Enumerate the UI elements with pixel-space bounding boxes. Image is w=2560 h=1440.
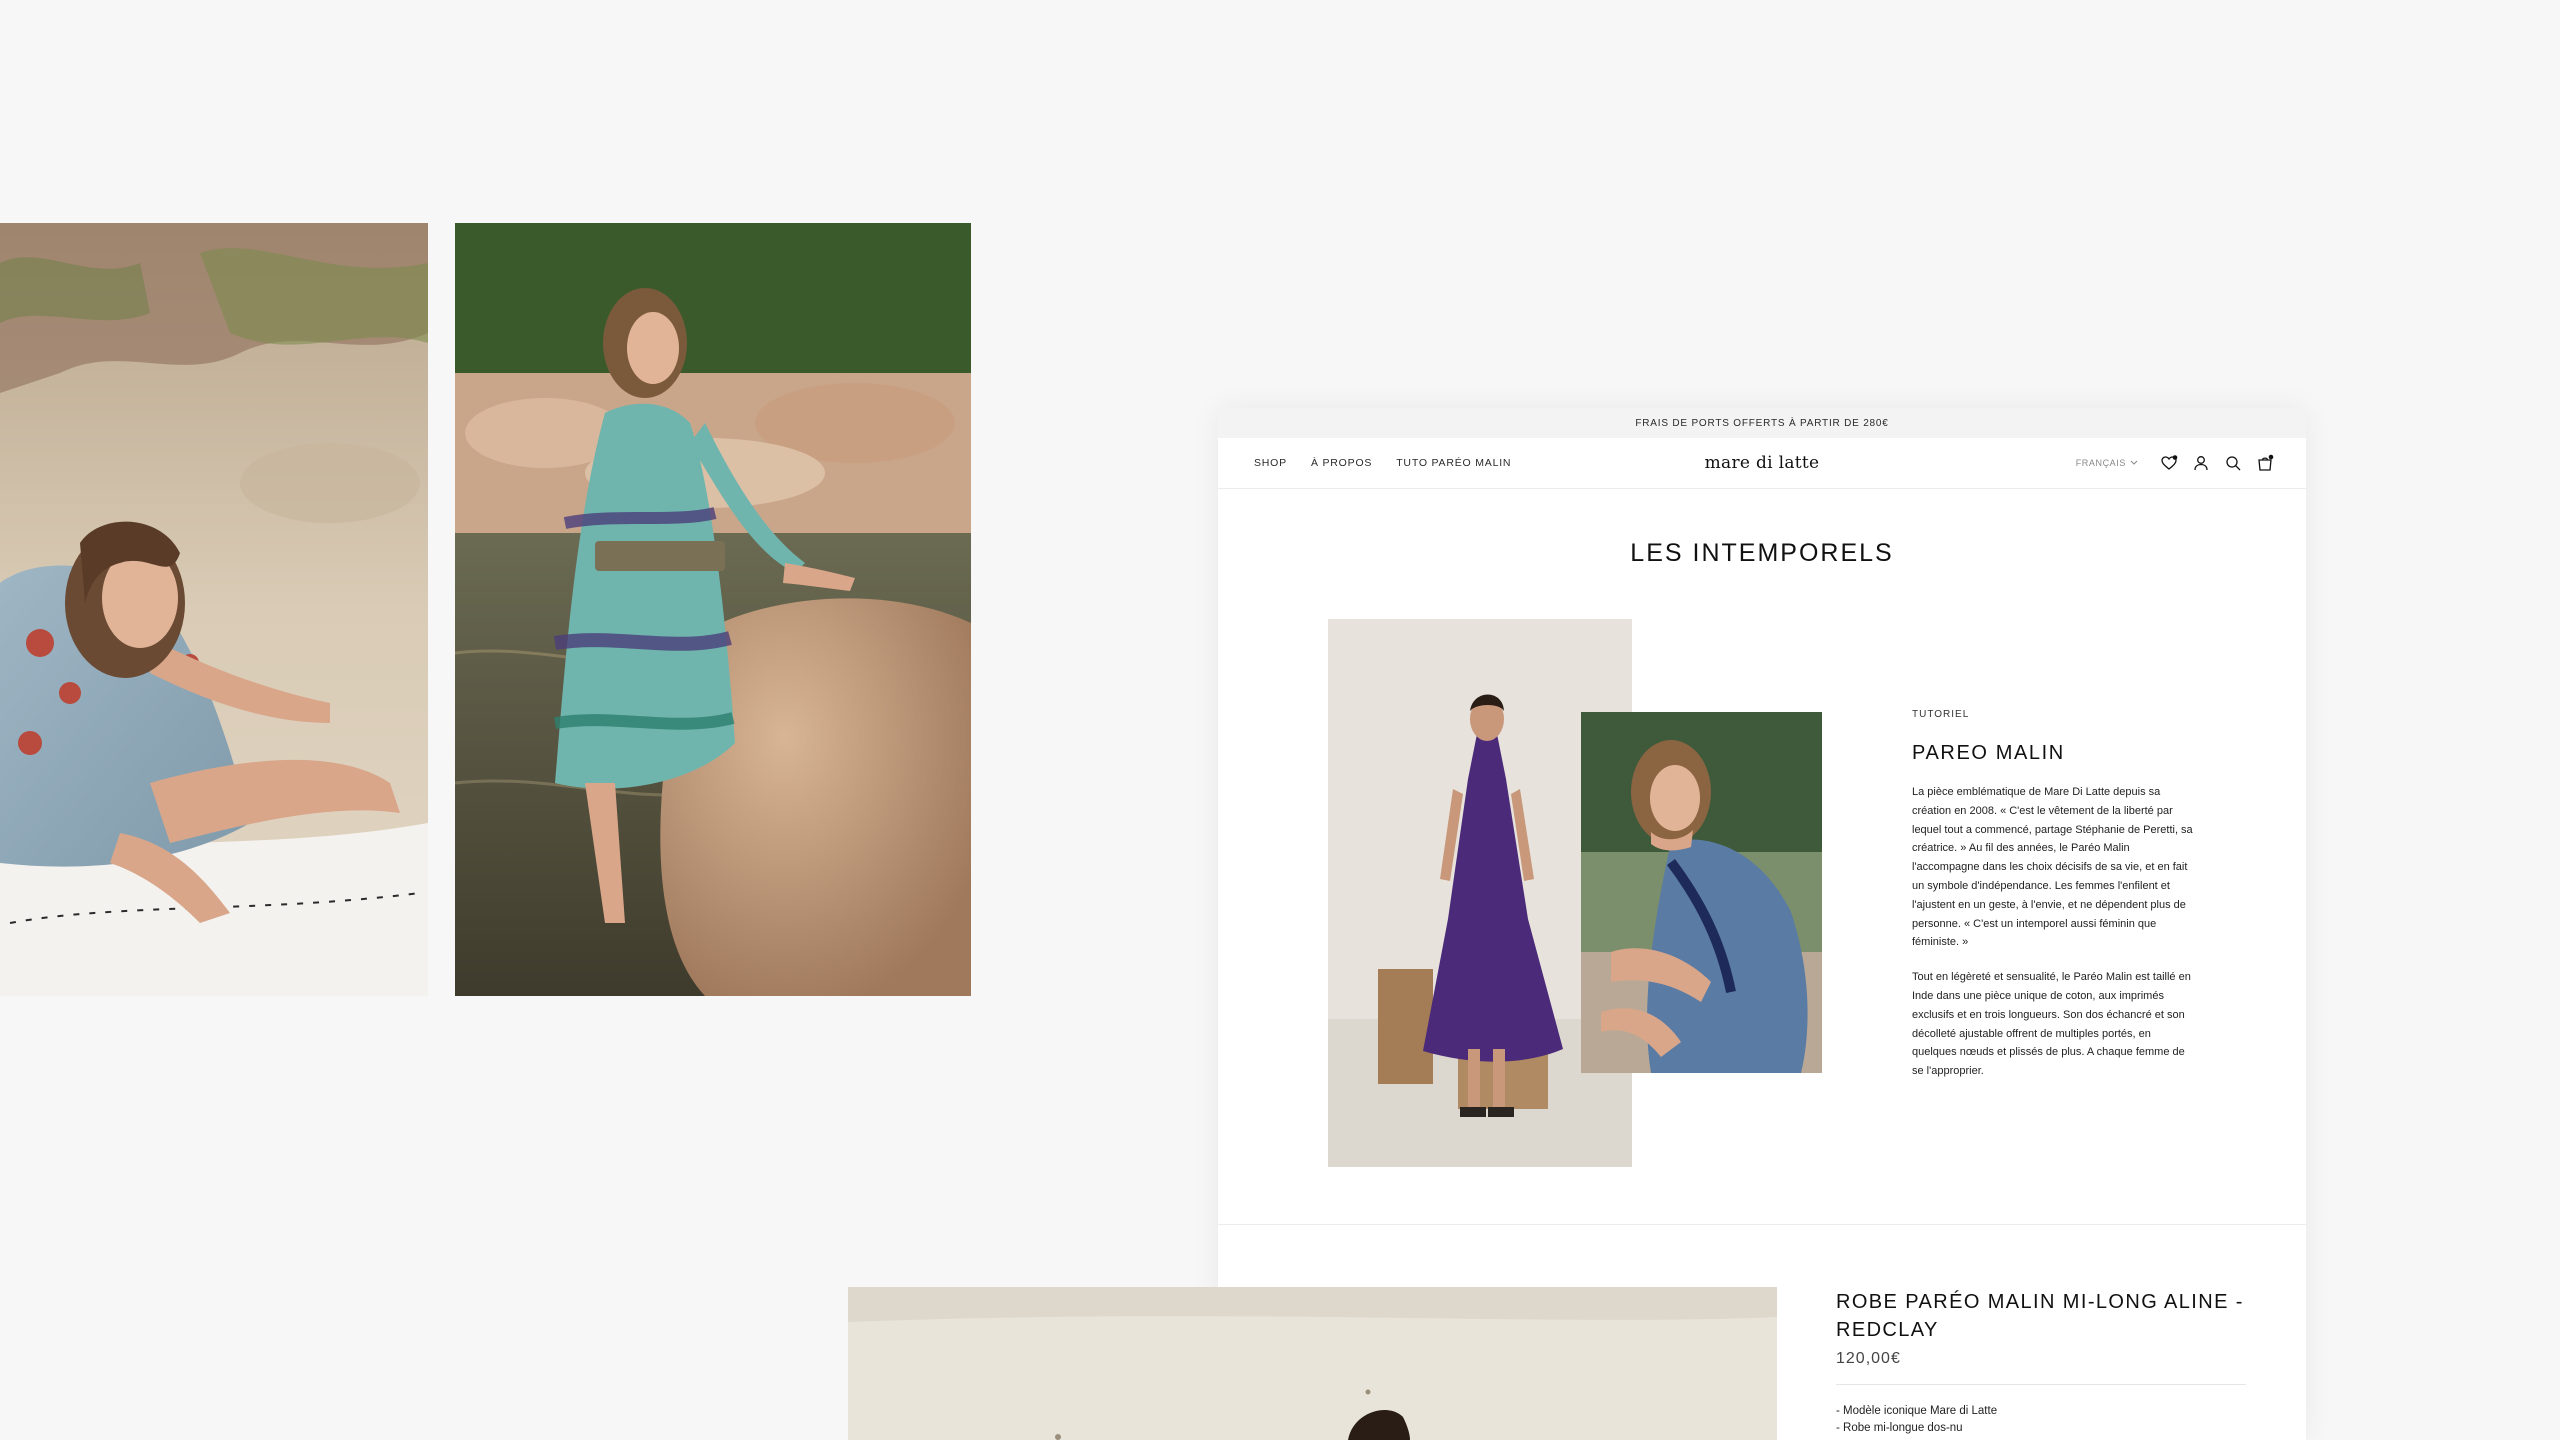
section-title: LES INTEMPORELS bbox=[1630, 539, 1894, 567]
account-icon[interactable] bbox=[2192, 454, 2210, 472]
brand-logo[interactable]: mare di latte bbox=[1705, 453, 1820, 473]
river-photo-illustration bbox=[455, 223, 971, 996]
search-icon[interactable] bbox=[2224, 454, 2242, 472]
cart-icon[interactable] bbox=[2256, 454, 2274, 472]
lifestyle-photo-river bbox=[455, 223, 971, 996]
product-photo bbox=[848, 1287, 1777, 1440]
denim-dress-illustration bbox=[1581, 712, 1822, 1073]
article-paragraph: La pièce emblématique de Mare Di Latte d… bbox=[1912, 786, 2193, 949]
product-divider bbox=[1836, 1384, 2246, 1385]
beach-photo-illustration bbox=[0, 223, 428, 996]
announcement-text: FRAIS DE PORTS OFFERTS À PARTIR DE 280€ bbox=[1635, 417, 1889, 429]
language-label: FRANÇAIS bbox=[2075, 458, 2126, 468]
lifestyle-photo-beach bbox=[0, 223, 428, 996]
announcement-bar: FRAIS DE PORTS OFFERTS À PARTIR DE 280€ bbox=[1218, 408, 2306, 438]
main-navigation: SHOP À PROPOS TUTO PARÉO MALIN mare di l… bbox=[1218, 438, 2306, 489]
nav-links: SHOP À PROPOS TUTO PARÉO MALIN bbox=[1254, 438, 1511, 488]
website-preview: FRAIS DE PORTS OFFERTS À PARTIR DE 280€ … bbox=[1218, 408, 2306, 1440]
editorial-photo-denim-dress bbox=[1581, 712, 1822, 1073]
product-detail: - Robe mi-longue dos-nu bbox=[1836, 1422, 1963, 1434]
nav-link-a-propos[interactable]: À PROPOS bbox=[1311, 457, 1372, 469]
nav-link-shop[interactable]: SHOP bbox=[1254, 457, 1287, 469]
chevron-down-icon bbox=[2130, 460, 2138, 465]
nav-tools: FRANÇAIS bbox=[2076, 438, 2274, 488]
product-price: 120,00€ bbox=[1836, 1350, 1901, 1367]
language-selector[interactable]: FRANÇAIS bbox=[2076, 458, 2138, 468]
section-divider bbox=[1218, 1224, 2306, 1225]
wishlist-icon[interactable] bbox=[2160, 454, 2178, 472]
product-name: ROBE PARÉO MALIN MI-LONG ALINE - REDCLAY bbox=[1836, 1291, 2244, 1341]
product-detail: - Modèle iconique Mare di Latte bbox=[1836, 1405, 1998, 1417]
nav-link-tuto-pareo-malin[interactable]: TUTO PARÉO MALIN bbox=[1396, 457, 1511, 469]
article-block: TUTORIEL PAREO MALIN La pièce emblématiq… bbox=[1912, 709, 2196, 1092]
product-photo-illustration bbox=[848, 1287, 1777, 1440]
article-paragraph: Tout en légèreté et sensualité, le Paréo… bbox=[1912, 971, 2191, 1078]
article-title: PAREO MALIN bbox=[1912, 742, 2065, 764]
product-info: ROBE PARÉO MALIN MI-LONG ALINE - REDCLAY… bbox=[1836, 1288, 2246, 1437]
article-kicker: TUTORIEL bbox=[1912, 709, 1970, 720]
